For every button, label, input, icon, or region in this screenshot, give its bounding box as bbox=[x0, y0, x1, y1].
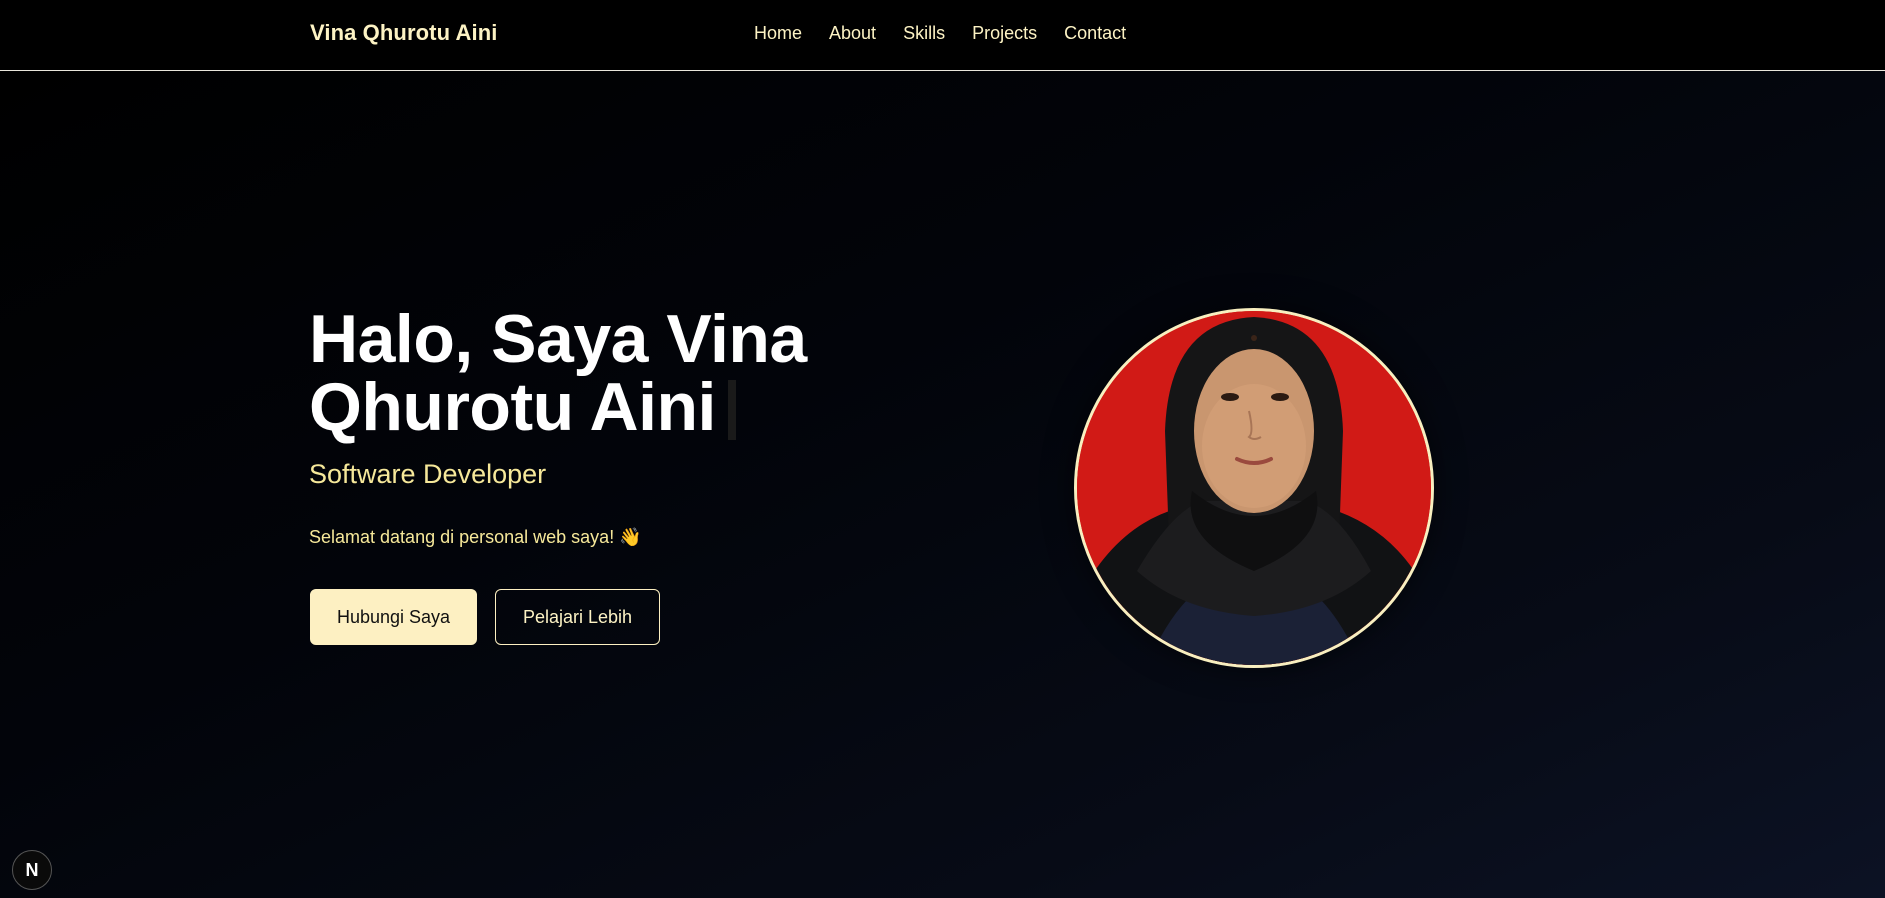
nav-link-about[interactable]: About bbox=[829, 23, 876, 44]
nextjs-dev-badge[interactable]: N bbox=[12, 850, 52, 890]
nav-link-projects[interactable]: Projects bbox=[972, 23, 1037, 44]
profile-photo-illustration bbox=[1077, 311, 1431, 665]
hero-title-line-1: Halo, Saya Vina bbox=[309, 301, 807, 377]
typing-cursor bbox=[727, 380, 736, 440]
learn-more-button[interactable]: Pelajari Lebih bbox=[495, 589, 660, 645]
hero-title-line-2: Qhurotu Aini bbox=[309, 373, 829, 441]
nav-link-home[interactable]: Home bbox=[754, 23, 802, 44]
contact-me-button[interactable]: Hubungi Saya bbox=[310, 589, 477, 645]
brand-logo-text[interactable]: Vina Qhurotu Aini bbox=[310, 20, 497, 46]
navbar: Vina Qhurotu Aini Home About Skills Proj… bbox=[0, 0, 1885, 71]
welcome-text: Selamat datang di personal web saya! 👋 bbox=[309, 527, 642, 547]
profile-photo bbox=[1074, 308, 1434, 668]
nav-links: Home About Skills Projects Contact bbox=[754, 23, 1153, 44]
nav-link-contact[interactable]: Contact bbox=[1064, 23, 1126, 44]
hero-section: Halo, Saya Vina Qhurotu Aini Software De… bbox=[0, 71, 1885, 898]
nextjs-icon: N bbox=[25, 859, 39, 880]
hero-title-line-2-text: Qhurotu Aini bbox=[309, 369, 716, 445]
hero-subtitle: Software Developer bbox=[309, 459, 547, 489]
nav-link-skills[interactable]: Skills bbox=[903, 23, 945, 44]
hero-title: Halo, Saya Vina Qhurotu Aini bbox=[309, 305, 829, 441]
